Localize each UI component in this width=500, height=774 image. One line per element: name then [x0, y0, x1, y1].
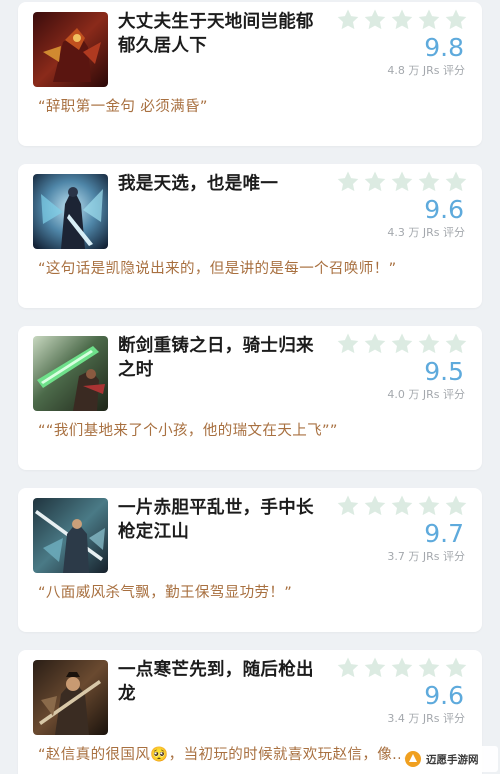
- score-value: 9.8: [424, 33, 464, 62]
- star-rating: [336, 656, 468, 682]
- star-icon: [417, 332, 441, 356]
- star-icon: [390, 8, 414, 32]
- star-icon: [363, 494, 387, 518]
- star-icon: [363, 8, 387, 32]
- watermark-text: 迈愿手游网: [426, 753, 479, 766]
- star-icon: [363, 170, 387, 194]
- rating-card[interactable]: 大丈夫生于天地间岂能郁郁久居人下 9.8 4.8 万 JRs 评分 “辞职第一金…: [18, 2, 482, 146]
- star-icon: [417, 494, 441, 518]
- quote-title: 一片赤胆平乱世，手中长枪定江山: [118, 498, 314, 542]
- star-rating: [336, 494, 468, 520]
- site-watermark: 迈愿手游网: [400, 746, 498, 772]
- star-icon: [417, 656, 441, 680]
- score-value: 9.6: [424, 681, 464, 710]
- hero-thumbnail[interactable]: [33, 660, 108, 735]
- rating-card[interactable]: 断剑重铸之日，骑士归来之时 9.5 4.0 万 JRs 评分 ““我们基地来了个…: [18, 326, 482, 470]
- star-icon: [390, 656, 414, 680]
- score-value: 9.7: [424, 519, 464, 548]
- rating-card[interactable]: 我是天选，也是唯一 9.6 4.3 万 JRs 评分 “这句话是凯隐说出来的，但…: [18, 164, 482, 308]
- star-icon: [444, 494, 468, 518]
- hot-comment[interactable]: “这句话是凯隐说出来的，但是讲的是每一个召唤师！”: [38, 259, 468, 279]
- quote-title: 一点寒芒先到，随后枪出龙: [118, 660, 314, 704]
- hero-thumbnail[interactable]: [33, 12, 108, 87]
- hot-comment[interactable]: “八面威风杀气飘，勤王保驾显功劳！”: [38, 583, 468, 603]
- rating-card[interactable]: 一片赤胆平乱世，手中长枪定江山 9.7 3.7 万 JRs 评分 “八面威风杀气…: [18, 488, 482, 632]
- star-icon: [444, 656, 468, 680]
- votes-count: 3.4 万 JRs 评分: [387, 712, 465, 725]
- quote-title: 我是天选，也是唯一: [118, 174, 279, 194]
- star-icon: [336, 332, 360, 356]
- star-icon: [363, 656, 387, 680]
- ratings-feed: 大丈夫生于天地间岂能郁郁久居人下 9.8 4.8 万 JRs 评分 “辞职第一金…: [0, 0, 500, 774]
- votes-count: 4.8 万 JRs 评分: [387, 64, 465, 77]
- votes-count: 4.3 万 JRs 评分: [387, 226, 465, 239]
- star-icon: [417, 170, 441, 194]
- hero-thumbnail[interactable]: [33, 498, 108, 573]
- star-rating: [336, 8, 468, 34]
- star-rating: [336, 170, 468, 196]
- hero-thumbnail[interactable]: [33, 174, 108, 249]
- quote-title: 大丈夫生于天地间岂能郁郁久居人下: [118, 12, 314, 56]
- star-icon: [390, 332, 414, 356]
- star-icon: [336, 494, 360, 518]
- hero-thumbnail[interactable]: [33, 336, 108, 411]
- star-icon: [444, 170, 468, 194]
- hot-comment[interactable]: ““我们基地来了个小孩，他的瑞文在天上飞””: [38, 421, 468, 441]
- score-value: 9.6: [424, 195, 464, 224]
- hot-comment[interactable]: “辞职第一金句 必须满昏”: [38, 97, 468, 117]
- star-rating: [336, 332, 468, 358]
- star-icon: [336, 8, 360, 32]
- star-icon: [390, 170, 414, 194]
- score-value: 9.5: [424, 357, 464, 386]
- star-icon: [444, 332, 468, 356]
- star-icon: [444, 8, 468, 32]
- star-icon: [363, 332, 387, 356]
- votes-count: 3.7 万 JRs 评分: [387, 550, 465, 563]
- votes-count: 4.0 万 JRs 评分: [387, 388, 465, 401]
- star-icon: [336, 656, 360, 680]
- star-icon: [336, 170, 360, 194]
- site-logo-icon: [404, 750, 422, 768]
- star-icon: [417, 8, 441, 32]
- star-icon: [390, 494, 414, 518]
- quote-title: 断剑重铸之日，骑士归来之时: [118, 336, 314, 380]
